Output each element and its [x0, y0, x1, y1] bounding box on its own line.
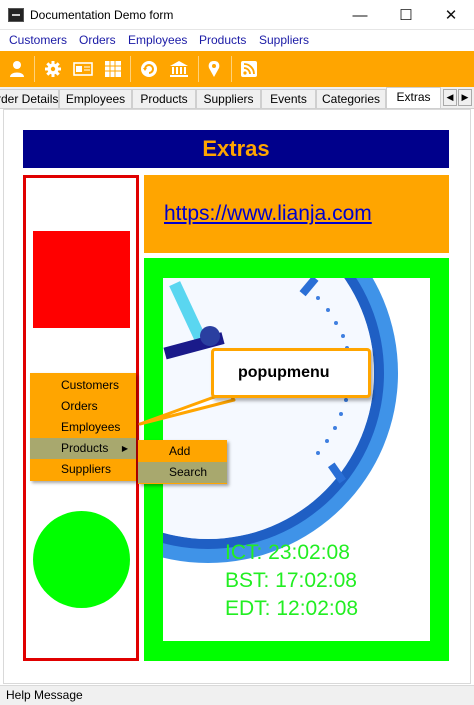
- submenu-item-search[interactable]: Search: [138, 462, 227, 483]
- tab-extras[interactable]: Extras: [386, 87, 441, 108]
- green-circle-shape: [33, 511, 130, 608]
- toolbar-separator: [198, 56, 199, 82]
- minimize-button[interactable]: —: [337, 0, 383, 30]
- tab-order-details[interactable]: rder Details: [0, 89, 59, 108]
- close-button[interactable]: ✕: [428, 0, 474, 30]
- bank-icon[interactable]: [167, 57, 191, 81]
- tab-scroll-left-icon[interactable]: ◀: [443, 89, 457, 106]
- popup-item-suppliers[interactable]: Suppliers: [30, 459, 136, 480]
- title-bar: Documentation Demo form — ☐ ✕: [0, 0, 474, 30]
- card-icon[interactable]: [71, 57, 95, 81]
- tab-products[interactable]: Products: [132, 89, 196, 108]
- url-panel: https://www.lianja.com: [144, 175, 449, 253]
- popup-submenu: Add Search: [138, 440, 227, 484]
- tab-scroll-right-icon[interactable]: ▶: [458, 89, 472, 106]
- window-title: Documentation Demo form: [30, 8, 174, 22]
- tab-events[interactable]: Events: [261, 89, 316, 108]
- menu-orders[interactable]: Orders: [79, 33, 116, 47]
- submenu-arrow-icon: ▶: [121, 444, 128, 453]
- popupmenu-callout: popupmenu: [211, 348, 371, 398]
- submenu-item-add[interactable]: Add: [138, 441, 227, 462]
- website-link[interactable]: https://www.lianja.com: [164, 202, 372, 226]
- toolbar-separator: [231, 56, 232, 82]
- page-title: Extras: [23, 130, 449, 168]
- tab-employees[interactable]: Employees: [59, 89, 132, 108]
- rss-icon[interactable]: [237, 57, 261, 81]
- gear-icon[interactable]: [41, 57, 65, 81]
- menu-products[interactable]: Products: [199, 33, 246, 47]
- toolbar-separator: [130, 56, 131, 82]
- app-icon: [8, 8, 24, 22]
- toolbar: [0, 51, 474, 87]
- red-square-shape: [33, 231, 130, 328]
- menu-employees[interactable]: Employees: [128, 33, 187, 47]
- popup-item-products[interactable]: Products ▶: [30, 438, 136, 459]
- menu-customers[interactable]: Customers: [9, 33, 67, 47]
- grid-icon[interactable]: [101, 57, 125, 81]
- status-bar: Help Message: [0, 685, 474, 705]
- map-pin-icon[interactable]: [202, 57, 226, 81]
- popup-item-customers[interactable]: Customers: [30, 375, 136, 396]
- popup-menu: Customers Orders Employees Products ▶ Sup…: [30, 373, 136, 481]
- time-edt: EDT: 12:02:08: [225, 597, 359, 620]
- popup-item-employees[interactable]: Employees: [30, 417, 136, 438]
- time-ict: ICT: 23:02:08: [225, 541, 350, 564]
- tab-categories[interactable]: Categories: [316, 89, 386, 108]
- tab-strip: rder Details Employees Products Supplier…: [0, 87, 474, 109]
- popup-item-orders[interactable]: Orders: [30, 396, 136, 417]
- time-bst: BST: 17:02:08: [225, 569, 357, 592]
- toolbar-separator: [34, 56, 35, 82]
- menu-bar: Customers Orders Employees Products Supp…: [0, 30, 474, 51]
- user-icon[interactable]: [5, 57, 29, 81]
- menu-suppliers[interactable]: Suppliers: [259, 33, 309, 47]
- refresh-icon[interactable]: [137, 57, 161, 81]
- tab-suppliers[interactable]: Suppliers: [196, 89, 261, 108]
- maximize-button[interactable]: ☐: [383, 0, 429, 30]
